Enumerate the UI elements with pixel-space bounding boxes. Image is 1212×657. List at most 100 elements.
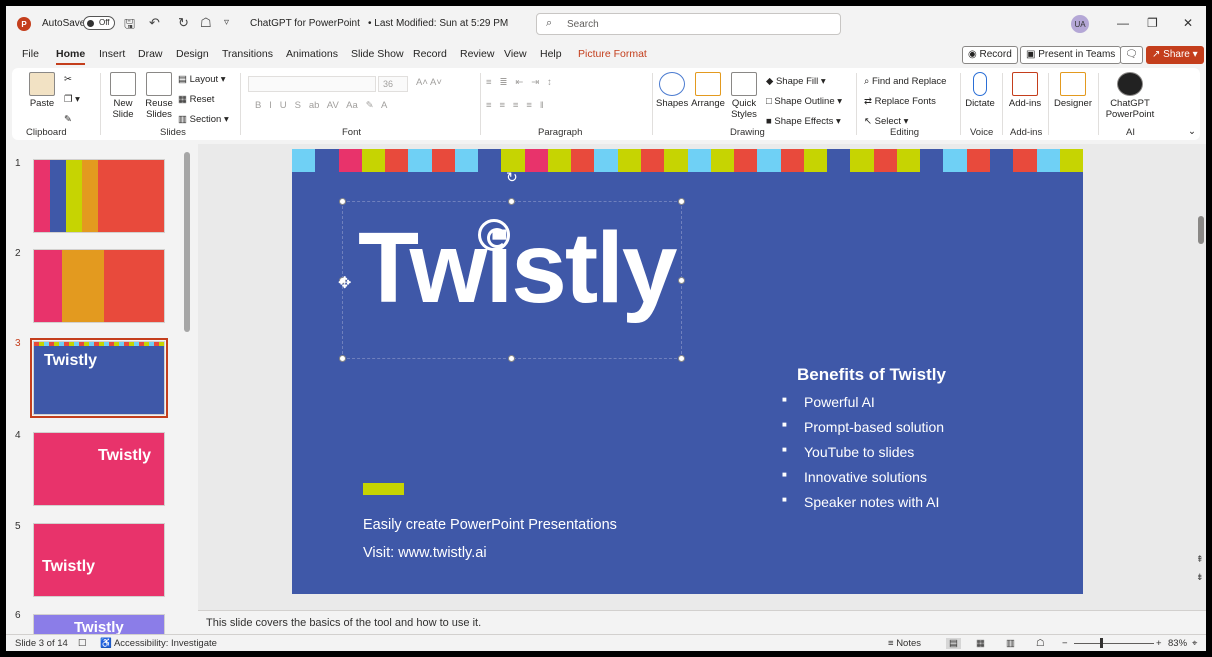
tab-help[interactable]: Help <box>540 48 562 60</box>
slide-thumbnail-1[interactable] <box>33 159 165 233</box>
resize-handle[interactable] <box>508 198 515 205</box>
tab-view[interactable]: View <box>504 48 527 60</box>
redo-icon[interactable]: ↻ <box>178 15 189 31</box>
customize-toolbar-icon[interactable]: ▿ <box>224 17 229 28</box>
close-icon[interactable]: ✕ <box>1183 16 1193 30</box>
layout-button[interactable]: ▤ Layout ▾ <box>178 74 226 85</box>
designer-button[interactable]: Designer <box>1052 72 1094 109</box>
shapes-button[interactable]: Shapes <box>656 72 688 109</box>
tab-review[interactable]: Review <box>460 48 494 60</box>
add-ins-button[interactable]: Add-ins <box>1006 72 1044 109</box>
autosave-toggle[interactable]: Off <box>83 16 115 30</box>
benefits-list[interactable]: Powerful AI Prompt-based solution YouTub… <box>782 394 944 519</box>
resize-handle[interactable] <box>339 198 346 205</box>
bunting-flag <box>385 149 409 172</box>
notes-button[interactable]: ≡ Notes <box>888 638 921 649</box>
zoom-slider[interactable] <box>1074 643 1154 644</box>
prev-slide-icon[interactable]: ⇞ <box>1196 554 1204 565</box>
notes-button-label: Notes <box>896 638 922 649</box>
slide-thumbnail-2[interactable] <box>33 249 165 323</box>
tab-record[interactable]: Record <box>413 48 447 60</box>
section-button[interactable]: ▥ Section ▾ <box>178 114 229 125</box>
slide-thumbnail-5[interactable]: Twistly <box>33 523 165 597</box>
resize-handle[interactable] <box>339 355 346 362</box>
format-painter-icon[interactable]: ✎ <box>64 114 72 125</box>
record-button[interactable]: ◉ Record <box>962 46 1018 64</box>
shape-outline-button[interactable]: □ Shape Outline ▾ <box>766 96 842 107</box>
chatgpt-powerpoint-button[interactable]: ChatGPT PowerPoint <box>1102 72 1158 120</box>
tab-insert[interactable]: Insert <box>99 48 125 60</box>
tagline-text[interactable]: Easily create PowerPoint Presentations <box>363 517 617 533</box>
cut-icon[interactable]: ✂ <box>64 74 72 85</box>
resize-handle[interactable] <box>508 355 515 362</box>
font-name-box[interactable] <box>248 76 376 92</box>
shape-fill-button[interactable]: ◆ Shape Fill ▾ <box>766 76 826 87</box>
dictate-button[interactable]: Dictate <box>964 72 996 109</box>
replace-fonts-button[interactable]: ⇄ Replace Fonts <box>864 96 936 107</box>
tab-slide-show[interactable]: Slide Show <box>351 48 404 60</box>
arrange-button[interactable]: Arrange <box>690 72 726 109</box>
font-format-icons[interactable]: B I U S ab AV Aa ✎ A <box>255 100 387 111</box>
undo-icon[interactable]: ↶ <box>149 15 160 31</box>
tab-file[interactable]: File <box>22 48 39 60</box>
thumbnails-scrollbar[interactable] <box>184 152 190 332</box>
select-button[interactable]: ↖ Select ▾ <box>864 116 908 127</box>
align-icons[interactable]: ≡ ≡ ≡ ≡ ‖ <box>486 100 544 111</box>
accessibility-status[interactable]: ♿ Accessibility: Investigate <box>100 638 217 649</box>
collapse-ribbon-icon[interactable]: ⌄ <box>1188 126 1196 137</box>
copy-icon[interactable]: ❐ ▾ <box>64 94 80 105</box>
fit-to-window-icon[interactable]: ⌖ <box>1192 638 1197 649</box>
quick-styles-button[interactable]: Quick Styles <box>728 72 760 120</box>
maximize-icon[interactable]: ❐ <box>1147 16 1158 30</box>
find-replace-button[interactable]: ⌕ Find and Replace <box>864 76 946 87</box>
zoom-out-icon[interactable]: − <box>1062 638 1068 649</box>
resize-handle[interactable] <box>678 277 685 284</box>
last-modified[interactable]: • Last Modified: Sun at 5:29 PM <box>368 18 508 29</box>
editor-scrollbar[interactable] <box>1198 216 1204 244</box>
new-slide-button[interactable]: New Slide <box>106 72 140 120</box>
present-icon[interactable]: ☖ <box>200 15 212 31</box>
zoom-level[interactable]: 83% <box>1168 638 1187 649</box>
tab-design[interactable]: Design <box>176 48 209 60</box>
slideshow-icon[interactable]: ☖ <box>1036 638 1045 649</box>
bullets-icon[interactable]: ≡ ≣ ⇤ ⇥ ↕ <box>486 77 552 88</box>
avatar[interactable]: UA <box>1071 15 1089 33</box>
speaker-notes[interactable]: This slide covers the basics of the tool… <box>198 610 1206 634</box>
tab-draw[interactable]: Draw <box>138 48 163 60</box>
paste-button[interactable]: Paste <box>22 72 62 109</box>
current-slide[interactable]: ↻ Twistly ✥ Easily create PowerPoint Pre… <box>292 149 1083 594</box>
zoom-slider-thumb[interactable] <box>1100 638 1103 648</box>
reading-view-icon[interactable]: ▥ <box>1006 638 1015 649</box>
resize-handle[interactable] <box>678 198 685 205</box>
next-slide-icon[interactable]: ⇟ <box>1196 572 1204 583</box>
slide-thumbnail-3[interactable]: Twistly <box>30 338 168 418</box>
search-input[interactable]: ⌕ Search <box>536 13 841 35</box>
reset-button[interactable]: ▦ Reset <box>178 94 214 105</box>
swirl-logo-icon <box>478 219 510 251</box>
share-button[interactable]: ↗ Share ▾ <box>1146 46 1204 64</box>
tab-animations[interactable]: Animations <box>286 48 338 60</box>
tab-picture-format[interactable]: Picture Format <box>578 48 647 60</box>
tab-home[interactable]: Home <box>56 48 86 65</box>
resize-handle[interactable] <box>678 355 685 362</box>
visit-text[interactable]: Visit: www.twistly.ai <box>363 545 487 561</box>
reuse-slides-button[interactable]: Reuse Slides <box>142 72 176 120</box>
font-size-box[interactable]: 36 <box>378 76 408 92</box>
powerpoint-window: P AutoSave Off 🖫 ↶ ↻ ☖ ▿ ChatGPT for Pow… <box>6 6 1206 651</box>
spellcheck-icon[interactable]: ☐ <box>78 638 87 649</box>
benefits-title[interactable]: Benefits of Twistly <box>797 365 946 385</box>
zoom-in-icon[interactable]: + <box>1156 638 1162 649</box>
bunting-flag <box>664 149 688 172</box>
ai-group-label: AI <box>1126 127 1135 138</box>
slide-thumbnail-4[interactable]: Twistly <box>33 432 165 506</box>
save-icon[interactable]: 🖫 <box>124 15 135 37</box>
comments-icon[interactable]: 🗨 <box>1120 46 1143 64</box>
present-in-teams-button[interactable]: ▣ Present in Teams <box>1020 46 1122 64</box>
minimize-icon[interactable]: — <box>1117 16 1129 30</box>
increase-font-icon[interactable]: A˄ A˅ <box>416 77 442 88</box>
normal-view-icon[interactable]: ▤ <box>946 638 961 649</box>
shape-effects-button[interactable]: ■ Shape Effects ▾ <box>766 116 841 127</box>
slide-sorter-icon[interactable]: ▦ <box>976 638 985 649</box>
rotate-handle-icon[interactable]: ↻ <box>506 169 518 186</box>
tab-transitions[interactable]: Transitions <box>222 48 273 60</box>
